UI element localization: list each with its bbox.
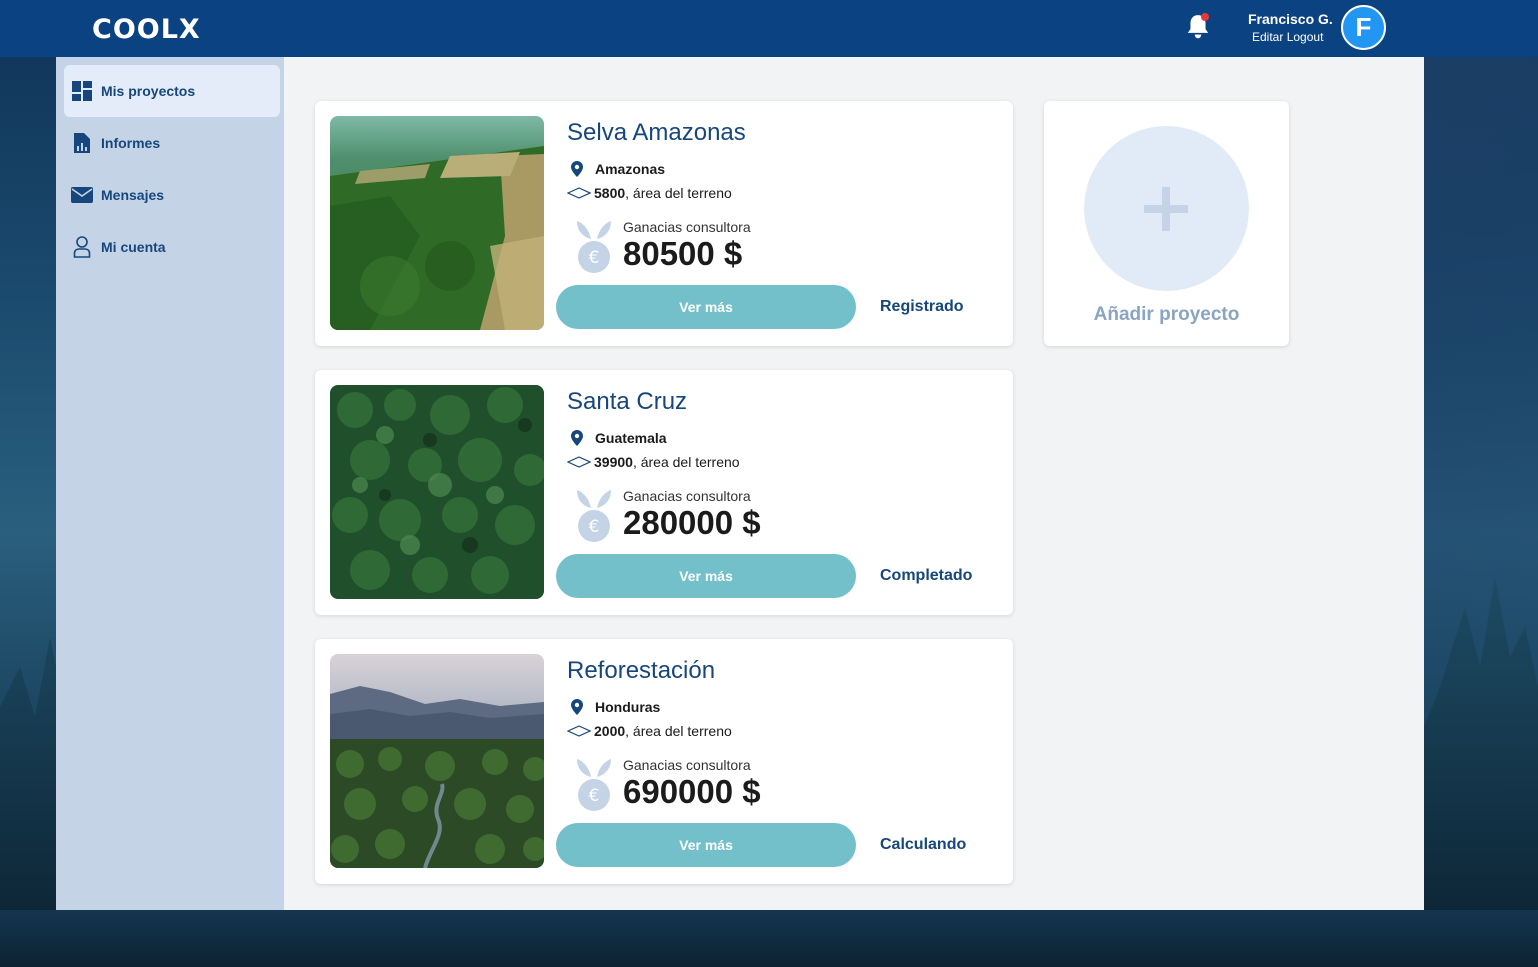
project-card: Reforestación Honduras 2000, área del te… xyxy=(315,639,1013,884)
sidebar-item-mis-proyectos[interactable]: Mis proyectos xyxy=(64,65,280,117)
location-text: Amazonas xyxy=(595,161,666,177)
main-content: Selva Amazonas Amazonas 5800, área del t… xyxy=(284,57,1424,910)
sidebar-item-label: Mensajes xyxy=(101,187,165,203)
location-text: Guatemala xyxy=(595,430,667,446)
project-location: Honduras xyxy=(571,699,660,715)
top-bar xyxy=(0,0,1538,57)
project-status: Completado xyxy=(880,567,973,584)
location-pin-icon xyxy=(571,430,583,446)
mail-icon xyxy=(71,184,93,206)
area-suffix: , área del terreno xyxy=(632,454,740,470)
add-project-card[interactable]: Añadir proyecto xyxy=(1044,101,1289,346)
sidebar-item-mi-cuenta[interactable]: Mi cuenta xyxy=(64,221,280,273)
earnings-value: 80500 $ xyxy=(623,235,743,272)
area-icon xyxy=(567,187,591,199)
project-image-mountain-rainforest xyxy=(330,654,544,868)
sidebar-item-label: Mi cuenta xyxy=(101,239,166,255)
area-value: 2000 xyxy=(594,723,626,739)
svg-text:€: € xyxy=(589,248,600,268)
dashboard-icon xyxy=(71,80,93,102)
area-value: 39900 xyxy=(594,454,633,470)
euro-medal-icon: € xyxy=(577,490,611,542)
project-image-deforested-forest xyxy=(330,116,544,330)
sidebar-item-mensajes[interactable]: Mensajes xyxy=(64,169,280,221)
svg-text:€: € xyxy=(589,786,600,806)
project-area: 39900, área del terreno xyxy=(567,454,740,470)
ver-mas-button[interactable]: Ver más xyxy=(556,823,856,867)
app-logo[interactable]: COOLX xyxy=(92,14,201,45)
project-title: Selva Amazonas xyxy=(567,119,746,146)
sidebar-item-label: Mis proyectos xyxy=(101,83,196,99)
project-location: Amazonas xyxy=(571,161,665,177)
ver-mas-button[interactable]: Ver más xyxy=(556,285,856,329)
add-project-circle[interactable] xyxy=(1084,126,1249,291)
euro-medal-icon: € xyxy=(577,221,611,273)
sidebar-item-label: Informes xyxy=(101,135,161,151)
page-background-strip xyxy=(0,910,1538,967)
svg-text:€: € xyxy=(589,517,600,537)
area-icon xyxy=(567,725,591,737)
euro-medal-icon: € xyxy=(577,759,611,811)
avatar[interactable]: F xyxy=(1341,5,1386,50)
area-suffix: , área del terreno xyxy=(625,185,732,201)
project-area: 5800, área del terreno xyxy=(567,185,732,201)
area-icon xyxy=(567,456,591,468)
project-card: Selva Amazonas Amazonas 5800, área del t… xyxy=(315,101,1013,346)
notification-badge xyxy=(1201,13,1209,21)
project-location: Guatemala xyxy=(571,430,667,446)
project-area: 2000, área del terreno xyxy=(567,723,732,739)
sidebar: Mis proyectos Informes Mensajes Mi cuent… xyxy=(56,57,284,910)
logout-link[interactable]: Logout xyxy=(1287,30,1324,44)
project-status: Calculando xyxy=(880,836,967,853)
area-value: 5800 xyxy=(594,185,626,201)
location-text: Honduras xyxy=(595,699,661,715)
project-status: Registrado xyxy=(880,298,964,315)
edit-profile-link[interactable]: Editar xyxy=(1252,30,1283,44)
earnings-value: 690000 $ xyxy=(623,773,761,810)
plus-icon xyxy=(1144,187,1188,231)
earnings-label: Ganacias consultora xyxy=(623,488,751,504)
user-icon xyxy=(71,236,93,258)
area-suffix: , área del terreno xyxy=(625,723,732,739)
location-pin-icon xyxy=(571,699,583,715)
user-name: Francisco G. xyxy=(1248,11,1333,27)
user-links: Editar Logout xyxy=(1252,30,1323,44)
project-card: Santa Cruz Guatemala 39900, área del ter… xyxy=(315,370,1013,615)
add-project-label: Añadir proyecto xyxy=(1093,304,1240,325)
project-image-dense-forest xyxy=(330,385,544,599)
earnings-label: Ganacias consultora xyxy=(623,757,751,773)
ver-mas-button[interactable]: Ver más xyxy=(556,554,856,598)
project-title: Reforestación xyxy=(567,657,716,684)
project-title: Santa Cruz xyxy=(567,388,688,415)
sidebar-item-informes[interactable]: Informes xyxy=(64,117,280,169)
earnings-label: Ganacias consultora xyxy=(623,219,751,235)
location-pin-icon xyxy=(571,161,583,177)
earnings-value: 280000 $ xyxy=(623,504,761,541)
report-icon xyxy=(71,132,93,154)
